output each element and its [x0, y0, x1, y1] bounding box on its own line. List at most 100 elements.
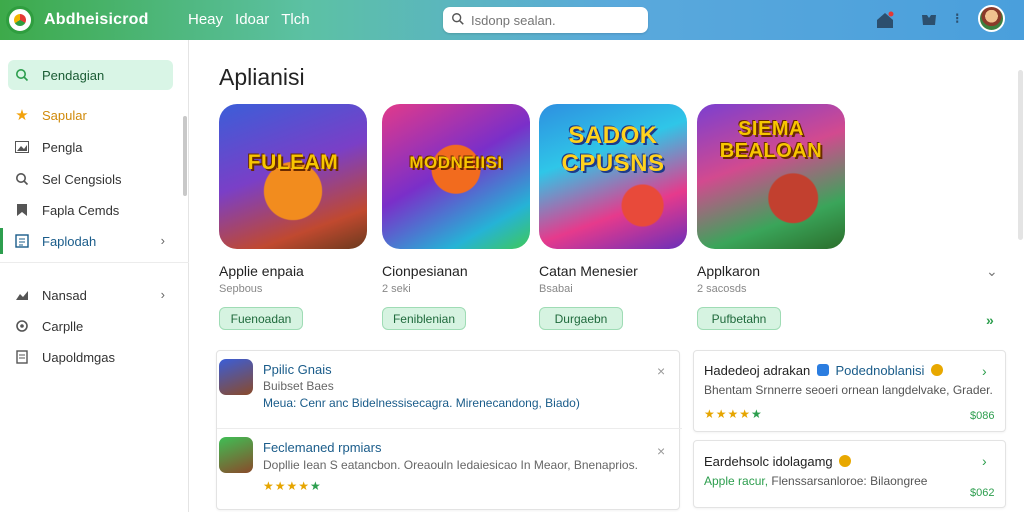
sidebar-item-sapular[interactable]: ★ Sapular	[8, 100, 173, 130]
search-box	[443, 7, 648, 33]
circle-icon	[14, 318, 30, 334]
side-card-title: Eardehsolc idolagamg	[704, 454, 852, 469]
top-nav-item[interactable]: Heay	[188, 11, 223, 28]
sidebar-item-pengla[interactable]: Pengla	[8, 132, 173, 162]
app-banner-text: SIEMA BEALOAN	[719, 118, 823, 162]
chevron-right-icon: ›	[160, 233, 165, 248]
expand-icon[interactable]: ›	[982, 363, 987, 379]
rating-stars: ★★★★★	[263, 479, 322, 493]
app-action-button[interactable]: Feniblenian	[382, 307, 466, 330]
sidebar-item-faplodah[interactable]: Faplodah ›	[0, 226, 173, 256]
app-name[interactable]: Applkaron	[697, 263, 845, 279]
list-item-subtitle: Dopllie Iean S eatancbon. Oreaouln Iedai…	[263, 458, 638, 472]
app-name[interactable]: Applie enpaia	[219, 263, 367, 279]
app-card[interactable]: MODNEIISI Cionpesianan 2 seki Feniblenia…	[382, 104, 530, 330]
sidebar-item-label: Pendagian	[42, 67, 105, 83]
app-banner-text: MODNEIISI	[409, 153, 503, 172]
list-item[interactable]: Ppilic Gnais Buibset Baes Meua: Cenr anc…	[217, 351, 682, 429]
list-thumbnail	[219, 359, 253, 395]
chevron-right-icon: ›	[160, 287, 165, 302]
app-card[interactable]: SADOK CPUSNS Catan Menesier Bsabai Durga…	[539, 104, 687, 330]
app-subtitle: Bsabai	[539, 283, 573, 295]
list-item[interactable]: Feclemaned rpmiars Dopllie Iean S eatanc…	[217, 431, 682, 509]
app-thumbnail[interactable]: SIEMA BEALOAN	[697, 104, 845, 249]
side-card[interactable]: Hadedeoj adrakan Podednoblanisi › Bhenta…	[693, 350, 1006, 432]
sidebar-item-label: Uapoldmgas	[42, 349, 115, 365]
sidebar-item-label: Pengla	[42, 139, 83, 155]
sidebar-item-pendagian[interactable]: Pendagian	[8, 60, 173, 90]
sidebar-item-sel-cengsiols[interactable]: Sel Cengsiols	[8, 164, 173, 194]
app-subtitle: 2 seki	[382, 283, 411, 295]
side-card[interactable]: Eardehsolc idolagamg › Apple racur, Flen…	[693, 440, 1006, 508]
top-bar: Abdheisicrod Heay Idoar Tlch ⁝	[0, 0, 1024, 40]
app-action-button[interactable]: Pufbetahn	[697, 307, 781, 330]
chart-icon	[14, 287, 30, 303]
app-thumbnail[interactable]: SADOK CPUSNS	[539, 104, 687, 249]
document-icon	[14, 349, 30, 365]
price-label: $086	[970, 410, 995, 422]
brand-name[interactable]: Abdheisicrod	[44, 11, 149, 29]
app-action-button[interactable]: Fuenoadan	[219, 307, 303, 330]
main-scrollbar[interactable]	[1018, 70, 1023, 240]
list-panel: Ppilic Gnais Buibset Baes Meua: Cenr anc…	[216, 350, 682, 510]
expand-icon[interactable]: ›	[982, 453, 987, 469]
sidebar-item-nansad[interactable]: Nansad ›	[8, 280, 173, 310]
app-card[interactable]: FULEAM Applie enpaia Sepbous Fuenoadan	[219, 104, 367, 330]
sidebar-item-fapla-cemds[interactable]: Fapla Cemds	[8, 195, 173, 225]
sidebar: Pendagian ★ Sapular Pengla Sel Cengsiols…	[0, 40, 189, 512]
page-title: Aplianisi	[219, 64, 305, 90]
sidebar-scrollbar[interactable]	[183, 116, 187, 196]
side-card-publisher[interactable]: Podednoblanisi	[836, 363, 925, 378]
close-icon[interactable]: ×	[657, 363, 665, 379]
app-banner-text: SADOK CPUSNS	[561, 122, 665, 177]
sidebar-item-label: Sapular	[42, 107, 87, 123]
list-thumbnail	[219, 437, 253, 473]
top-nav: Heay Idoar Tlch	[188, 11, 310, 28]
app-thumbnail[interactable]: FULEAM	[219, 104, 367, 249]
rating-stars: ★★★★★	[704, 407, 763, 421]
list-item-link[interactable]: Meua: Cenr anc Bidelnessisecagra. Mirene…	[263, 396, 580, 410]
app-logo[interactable]	[6, 6, 34, 34]
arrow-right-icon[interactable]: »	[986, 312, 994, 328]
close-icon[interactable]: ×	[657, 443, 665, 459]
list-item-title[interactable]: Ppilic Gnais	[263, 362, 332, 377]
top-nav-item[interactable]: Tlch	[281, 11, 309, 28]
app-name[interactable]: Catan Menesier	[539, 263, 687, 279]
search-input[interactable]	[471, 11, 641, 29]
app-name[interactable]: Cionpesianan	[382, 263, 530, 279]
star-icon: ★	[15, 107, 29, 124]
side-card-title-text: Hadedeoj adrakan	[704, 363, 811, 378]
home-icon[interactable]	[874, 9, 896, 31]
image-icon	[14, 139, 30, 155]
app-subtitle: 2 sacosds	[697, 283, 747, 295]
side-card-link[interactable]: Apple racur,	[704, 474, 768, 488]
top-nav-item[interactable]: Idoar	[235, 11, 269, 28]
notification-icon[interactable]	[918, 9, 940, 31]
search-icon	[452, 13, 464, 25]
app-action-button[interactable]: Durgaebn	[539, 307, 623, 330]
search-icon	[14, 171, 30, 187]
sidebar-item-carplle[interactable]: Carplle	[8, 311, 173, 341]
list-item-title[interactable]: Feclemaned rpmiars	[263, 440, 382, 455]
app-banner-text: FULEAM	[247, 151, 339, 174]
sidebar-item-label: Fapla Cemds	[42, 202, 120, 218]
sidebar-item-label: Sel Cengsiols	[42, 171, 122, 187]
app-card[interactable]: SIEMA BEALOAN Applkaron 2 sacosds Pufbet…	[697, 104, 845, 330]
side-card-title-text: Eardehsolc idolagamg	[704, 454, 833, 469]
app-subtitle: Sepbous	[219, 283, 263, 295]
sidebar-item-label: Nansad	[42, 287, 87, 303]
user-avatar[interactable]	[978, 5, 1005, 32]
list-icon	[14, 233, 30, 249]
sidebar-item-label: Carplle	[42, 318, 84, 334]
badge-icon	[839, 455, 852, 467]
search-icon	[14, 67, 30, 83]
price-label: $062	[970, 487, 995, 499]
side-card-title: Hadedeoj adrakan Podednoblanisi	[704, 363, 944, 378]
more-icon[interactable]: ⁝	[955, 10, 959, 27]
sidebar-item-uapoldmgas[interactable]: Uapoldmgas	[8, 342, 173, 372]
app-thumbnail[interactable]: MODNEIISI	[382, 104, 530, 249]
side-card-description: Bhentam Srnnerre seoeri ornean langdelva…	[704, 383, 993, 397]
side-card-description: Apple racur, Flenssarsanloroe: Bilaongre…	[704, 474, 927, 488]
bookmark-icon	[14, 202, 30, 218]
chevron-down-icon[interactable]: ⌄	[986, 263, 998, 280]
